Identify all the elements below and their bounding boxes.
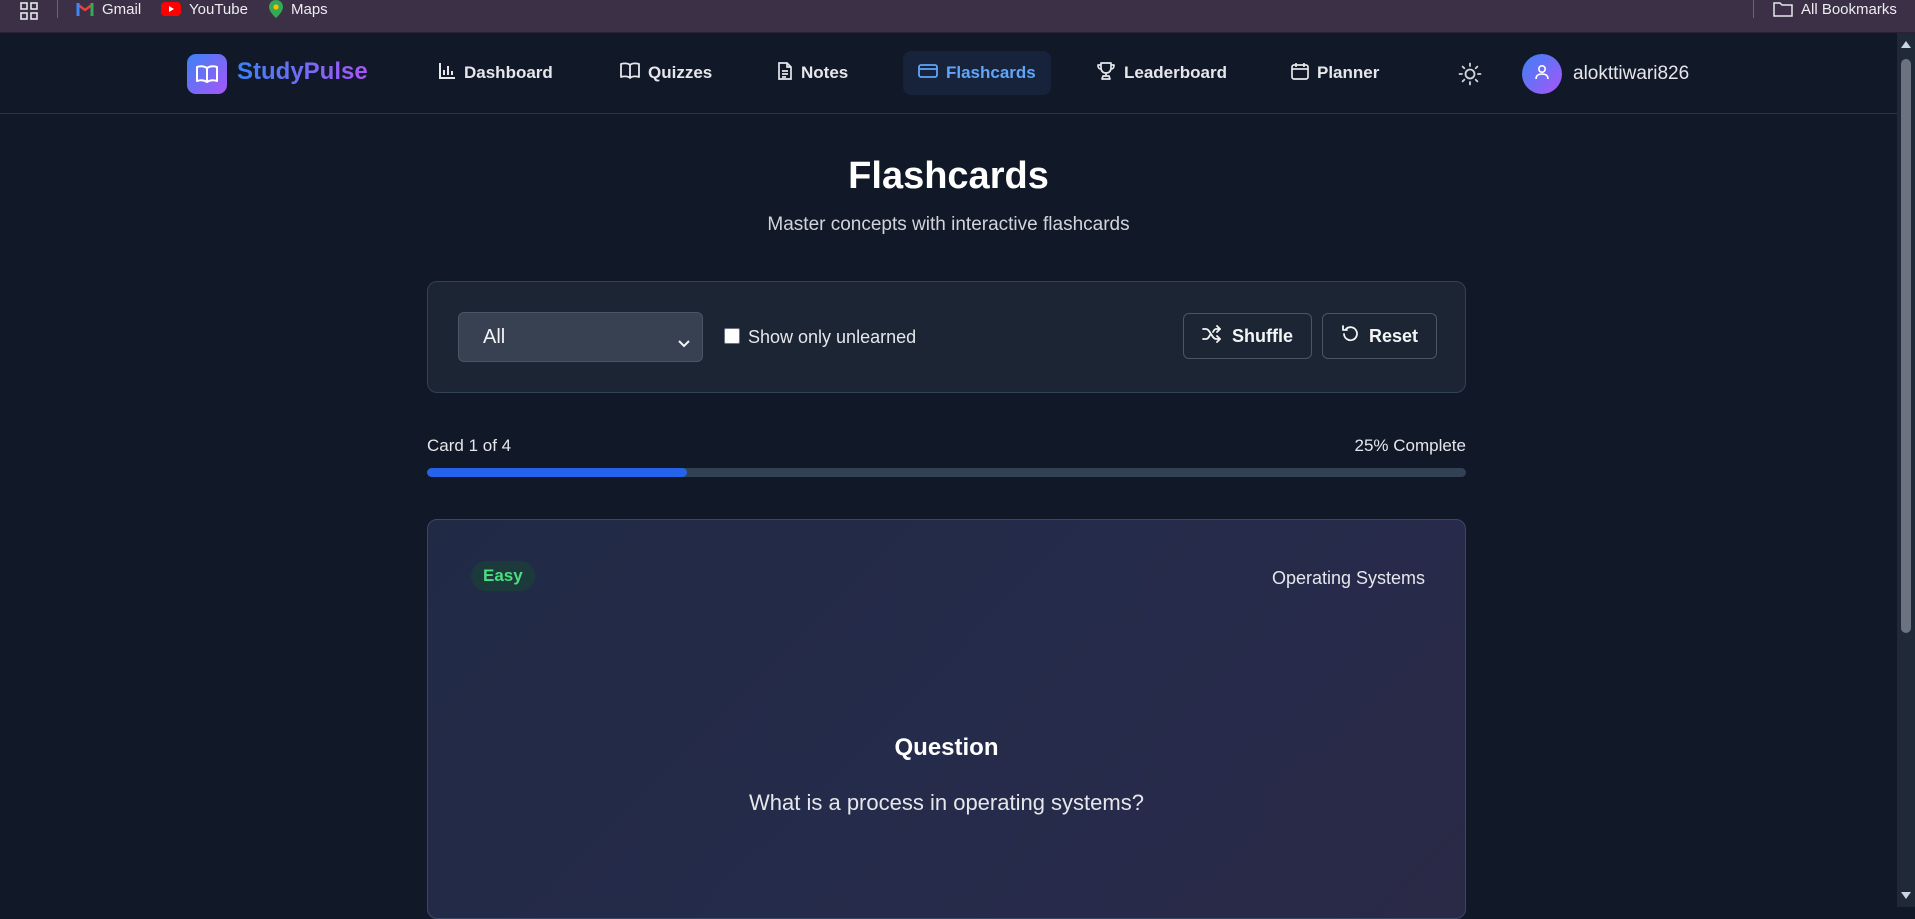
folder-icon [1773, 1, 1793, 17]
document-icon [777, 61, 793, 85]
show-unlearned-label[interactable]: Show only unlearned [748, 327, 916, 348]
nav-quizzes[interactable]: Quizzes [605, 51, 727, 95]
bar-chart-icon [438, 62, 456, 85]
bookmark-label: Gmail [102, 0, 142, 18]
open-book-icon[interactable] [187, 54, 227, 94]
page-scrollbar[interactable] [1897, 33, 1915, 907]
reset-label: Reset [1368, 325, 1419, 346]
nav-label: Notes [801, 63, 849, 82]
scroll-down-arrow-icon[interactable] [1901, 892, 1911, 899]
gmail-icon [76, 2, 94, 16]
bookmark-label: YouTube [189, 0, 248, 18]
flashcard[interactable]: Easy Operating Systems Question What is … [427, 519, 1466, 919]
nav-leaderboard[interactable]: Leaderboard [1081, 51, 1242, 95]
scroll-thumb[interactable] [1901, 59, 1911, 633]
trophy-icon [1096, 61, 1116, 85]
chevron-down-icon [678, 331, 690, 354]
reset-button[interactable]: Reset [1322, 313, 1437, 359]
maps-icon [269, 0, 283, 18]
nav-label: Dashboard [464, 63, 553, 82]
calendar-icon [1291, 62, 1309, 85]
bookmark-youtube[interactable]: YouTube [161, 0, 248, 18]
nav-planner[interactable]: Planner [1276, 51, 1394, 95]
username[interactable]: alokttiwari826 [1573, 63, 1689, 85]
book-icon [620, 61, 640, 85]
youtube-icon [161, 2, 181, 16]
bookmarks-divider [1753, 0, 1754, 18]
card-counter: Card 1 of 4 [427, 436, 512, 455]
all-bookmarks-label: All Bookmarks [1801, 0, 1897, 18]
card-topic: Operating Systems [1271, 568, 1425, 588]
shuffle-icon [1202, 324, 1222, 348]
user-icon [1534, 64, 1550, 85]
page-subtitle: Master concepts with interactive flashca… [767, 214, 1130, 235]
app-header: StudyPulse Dashboard Quizzes Notes Flash… [0, 33, 1897, 114]
nav-label: Flashcards [946, 63, 1036, 82]
avatar[interactable] [1522, 54, 1562, 94]
progress-bar [427, 468, 1466, 477]
bookmark-label: Maps [291, 0, 328, 18]
card-icon [918, 63, 938, 84]
card-question: What is a process in operating systems? [749, 790, 1144, 815]
show-unlearned-checkbox[interactable] [724, 328, 740, 344]
flashcard-controls: All Show only unlearned Shuffle Reset [427, 281, 1466, 393]
nav-dashboard[interactable]: Dashboard [423, 51, 568, 95]
bookmarks-divider [57, 0, 58, 18]
apps-grid-icon[interactable] [20, 2, 38, 20]
page-title: Flashcards [848, 155, 1049, 197]
category-select[interactable]: All [458, 312, 703, 362]
bookmark-gmail[interactable]: Gmail [76, 0, 141, 18]
nav-notes[interactable]: Notes [762, 51, 863, 95]
progress-bar-fill [427, 468, 687, 477]
category-select-value: All [483, 325, 506, 348]
sun-icon[interactable] [1458, 62, 1482, 86]
nav-label: Planner [1317, 63, 1380, 82]
nav-label: Quizzes [648, 63, 713, 82]
difficulty-badge: Easy [471, 561, 535, 591]
reset-icon [1341, 324, 1359, 348]
shuffle-button[interactable]: Shuffle [1183, 313, 1312, 359]
brand-name[interactable]: StudyPulse [237, 58, 368, 86]
bookmarks-bar: Gmail YouTube Maps All Bookmarks [0, 0, 1915, 33]
bookmark-maps[interactable]: Maps [269, 0, 328, 18]
shuffle-label: Shuffle [1232, 325, 1293, 346]
nav-label: Leaderboard [1124, 63, 1227, 82]
card-heading: Question [894, 734, 999, 761]
scroll-up-arrow-icon[interactable] [1901, 41, 1911, 48]
progress-percent: 25% Complete [1354, 436, 1466, 455]
nav-flashcards[interactable]: Flashcards [903, 51, 1051, 95]
all-bookmarks[interactable]: All Bookmarks [1773, 0, 1897, 18]
